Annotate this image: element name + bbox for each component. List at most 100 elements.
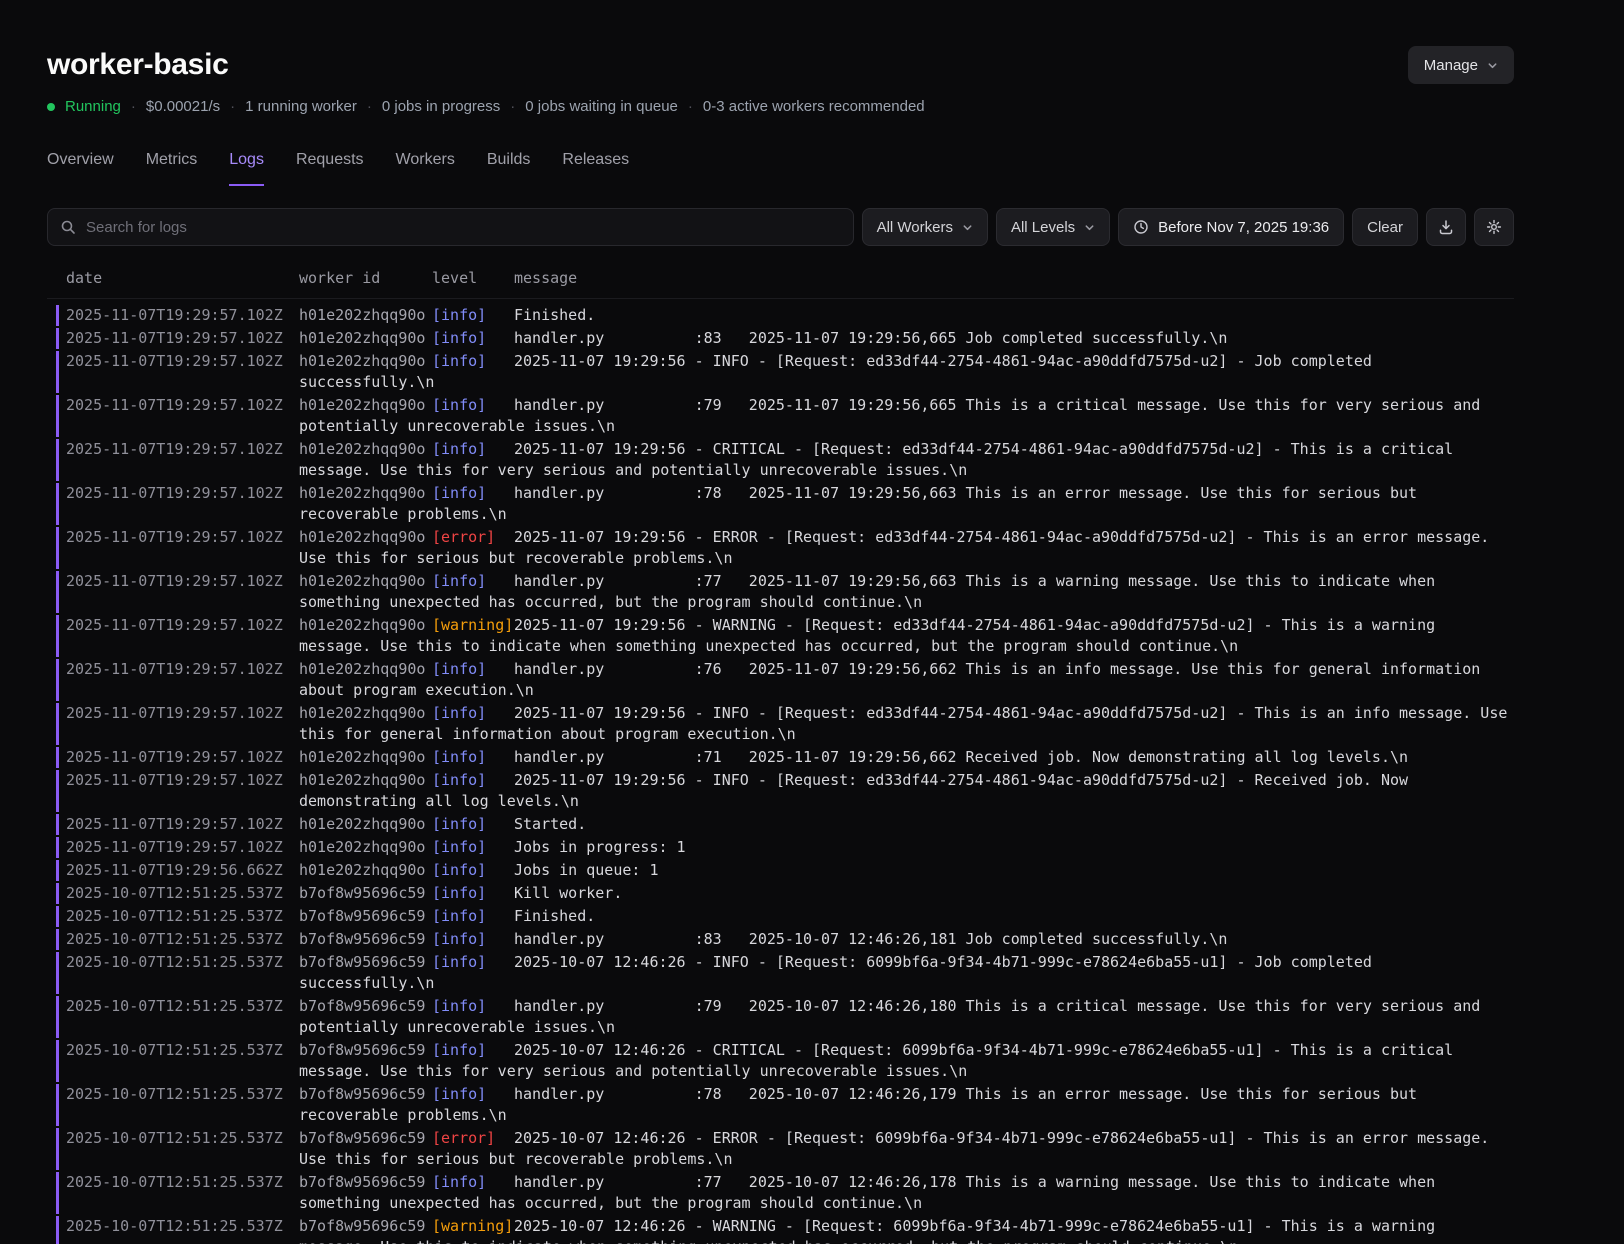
log-level: [info] xyxy=(432,306,487,324)
log-level: [error] xyxy=(432,528,496,546)
log-row[interactable]: 2025-10-07T12:51:25.537Z b7of8w95696c59 [i… xyxy=(56,1172,1514,1214)
log-content: h01e202zhqq90o [info] handler.py :77 2025-… xyxy=(299,571,1514,613)
column-header-worker-id: worker id xyxy=(299,269,381,287)
workers-filter[interactable]: All Workers xyxy=(861,208,988,246)
log-row[interactable]: 2025-11-07T19:29:57.102Z h01e202zhqq90o [i… xyxy=(56,483,1514,525)
date-filter[interactable]: Before Nov 7, 2025 19:36 xyxy=(1118,208,1345,246)
log-row[interactable]: 2025-11-07T19:29:57.102Z h01e202zhqq90o [i… xyxy=(56,351,1514,393)
log-level: [info] xyxy=(432,748,487,766)
log-row[interactable]: 2025-11-07T19:29:57.102Z h01e202zhqq90o [i… xyxy=(56,328,1514,349)
log-date: 2025-10-07T12:51:25.537Z xyxy=(66,1041,283,1059)
log-worker-id: h01e202zhqq90o xyxy=(299,704,426,722)
log-level: [info] xyxy=(432,1173,487,1191)
log-row[interactable]: 2025-10-07T12:51:25.537Z b7of8w95696c59 [w… xyxy=(56,1216,1514,1244)
log-worker-id: b7of8w95696c59 xyxy=(299,1173,426,1191)
log-row[interactable]: 2025-11-07T19:29:57.102Z h01e202zhqq90o [i… xyxy=(56,305,1514,326)
tab-metrics[interactable]: Metrics xyxy=(146,151,198,186)
status-jobs-in-progress: 0 jobs in progress xyxy=(381,98,501,115)
log-date: 2025-11-07T19:29:57.102Z xyxy=(66,306,283,324)
log-date: 2025-11-07T19:29:57.102Z xyxy=(66,352,283,370)
log-row[interactable]: 2025-11-07T19:29:57.102Z h01e202zhqq90o [e… xyxy=(56,527,1514,569)
status-separator: · xyxy=(366,98,372,115)
log-row[interactable]: 2025-10-07T12:51:25.537Z b7of8w95696c59 [i… xyxy=(56,952,1514,994)
log-row[interactable]: 2025-11-07T19:29:56.662Z h01e202zhqq90o [i… xyxy=(56,860,1514,881)
log-worker-id: h01e202zhqq90o xyxy=(299,306,426,324)
clear-button[interactable]: Clear xyxy=(1352,208,1418,246)
logs-toolbar: All Workers All Levels Before Nov 7, 202… xyxy=(47,208,1514,246)
log-content: b7of8w95696c59 [error] 2025-10-07 12:46:26… xyxy=(299,1128,1514,1170)
log-level: [info] xyxy=(432,815,487,833)
log-message: Started. xyxy=(514,815,587,833)
page-title: worker-basic xyxy=(47,48,229,81)
log-date: 2025-10-07T12:51:25.537Z xyxy=(66,1173,283,1191)
log-message: handler.py :83 2025-11-07 19:29:56,665 J… xyxy=(514,329,1228,347)
log-worker-id: h01e202zhqq90o xyxy=(299,748,426,766)
tab-builds[interactable]: Builds xyxy=(487,151,531,186)
log-row[interactable]: 2025-11-07T19:29:57.102Z h01e202zhqq90o [i… xyxy=(56,703,1514,745)
log-row[interactable]: 2025-10-07T12:51:25.537Z b7of8w95696c59 [i… xyxy=(56,906,1514,927)
log-worker-id: b7of8w95696c59 xyxy=(299,1041,426,1059)
clear-button-label: Clear xyxy=(1367,218,1403,236)
log-worker-id: h01e202zhqq90o xyxy=(299,396,426,414)
log-date: 2025-10-07T12:51:25.537Z xyxy=(66,884,283,902)
log-content: b7of8w95696c59 [warning]2025-10-07 12:46:… xyxy=(299,1216,1514,1244)
log-row[interactable]: 2025-10-07T12:51:25.537Z b7of8w95696c59 [i… xyxy=(56,1084,1514,1126)
log-worker-id: h01e202zhqq90o xyxy=(299,329,426,347)
log-content: h01e202zhqq90o [info] handler.py :78 2025-… xyxy=(299,483,1514,525)
download-button[interactable] xyxy=(1426,208,1466,246)
log-level: [info] xyxy=(432,704,487,722)
tab-releases[interactable]: Releases xyxy=(562,151,629,186)
log-content: h01e202zhqq90o [info] 2025-11-07 19:29:56 … xyxy=(299,439,1514,481)
clock-icon xyxy=(1134,220,1148,234)
log-level: [info] xyxy=(432,484,487,502)
log-level: [info] xyxy=(432,329,487,347)
log-row[interactable]: 2025-10-07T12:51:25.537Z b7of8w95696c59 [i… xyxy=(56,883,1514,904)
chevron-down-icon xyxy=(1085,224,1094,230)
log-date: 2025-11-07T19:29:57.102Z xyxy=(66,815,283,833)
log-row[interactable]: 2025-11-07T19:29:57.102Z h01e202zhqq90o [i… xyxy=(56,770,1514,812)
log-content: h01e202zhqq90o [error] 2025-11-07 19:29:56… xyxy=(299,527,1514,569)
tab-overview[interactable]: Overview xyxy=(47,151,114,186)
log-level: [info] xyxy=(432,907,487,925)
levels-filter[interactable]: All Levels xyxy=(995,208,1111,246)
log-level: [info] xyxy=(432,884,487,902)
tab-workers[interactable]: Workers xyxy=(396,151,455,186)
log-level: [info] xyxy=(432,930,487,948)
log-row[interactable]: 2025-11-07T19:29:57.102Z h01e202zhqq90o [w… xyxy=(56,615,1514,657)
manage-button[interactable]: Manage xyxy=(1407,46,1514,84)
log-row[interactable]: 2025-10-07T12:51:25.537Z b7of8w95696c59 [i… xyxy=(56,996,1514,1038)
log-row[interactable]: 2025-11-07T19:29:57.102Z h01e202zhqq90o [i… xyxy=(56,439,1514,481)
search-box[interactable] xyxy=(47,208,854,246)
log-worker-id: h01e202zhqq90o xyxy=(299,616,426,634)
log-level: [info] xyxy=(432,1085,487,1103)
log-level: [info] xyxy=(432,953,487,971)
tab-requests[interactable]: Requests xyxy=(296,151,364,186)
log-worker-id: h01e202zhqq90o xyxy=(299,528,426,546)
log-row[interactable]: 2025-10-07T12:51:25.537Z b7of8w95696c59 [i… xyxy=(56,1040,1514,1082)
log-row[interactable]: 2025-11-07T19:29:57.102Z h01e202zhqq90o [i… xyxy=(56,814,1514,835)
gear-icon xyxy=(1486,219,1502,235)
log-date: 2025-10-07T12:51:25.537Z xyxy=(66,907,283,925)
log-content: b7of8w95696c59 [info] 2025-10-07 12:46:26 … xyxy=(299,952,1514,994)
log-worker-id: h01e202zhqq90o xyxy=(299,815,426,833)
log-row[interactable]: 2025-11-07T19:29:57.102Z h01e202zhqq90o [i… xyxy=(56,659,1514,701)
log-row[interactable]: 2025-11-07T19:29:57.102Z h01e202zhqq90o [i… xyxy=(56,747,1514,768)
log-content: h01e202zhqq90o [info] 2025-11-07 19:29:56 … xyxy=(299,703,1514,745)
tab-logs[interactable]: Logs xyxy=(229,151,264,186)
settings-button[interactable] xyxy=(1474,208,1514,246)
levels-filter-label: All Levels xyxy=(1010,218,1076,236)
log-worker-id: b7of8w95696c59 xyxy=(299,907,426,925)
log-level: [warning] xyxy=(432,1217,514,1235)
search-input[interactable] xyxy=(86,218,841,236)
log-worker-id: h01e202zhqq90o xyxy=(299,771,426,789)
workers-filter-label: All Workers xyxy=(876,218,953,236)
log-row[interactable]: 2025-11-07T19:29:57.102Z h01e202zhqq90o [i… xyxy=(56,395,1514,437)
log-row[interactable]: 2025-10-07T12:51:25.537Z b7of8w95696c59 [i… xyxy=(56,929,1514,950)
log-row[interactable]: 2025-11-07T19:29:57.102Z h01e202zhqq90o [i… xyxy=(56,837,1514,858)
log-worker-id: h01e202zhqq90o xyxy=(299,484,426,502)
column-header-message: message xyxy=(514,269,578,287)
log-worker-id: b7of8w95696c59 xyxy=(299,1217,426,1235)
log-row[interactable]: 2025-11-07T19:29:57.102Z h01e202zhqq90o [i… xyxy=(56,571,1514,613)
log-content: b7of8w95696c59 [info] handler.py :78 2025-… xyxy=(299,1084,1514,1126)
log-row[interactable]: 2025-10-07T12:51:25.537Z b7of8w95696c59 [e… xyxy=(56,1128,1514,1170)
